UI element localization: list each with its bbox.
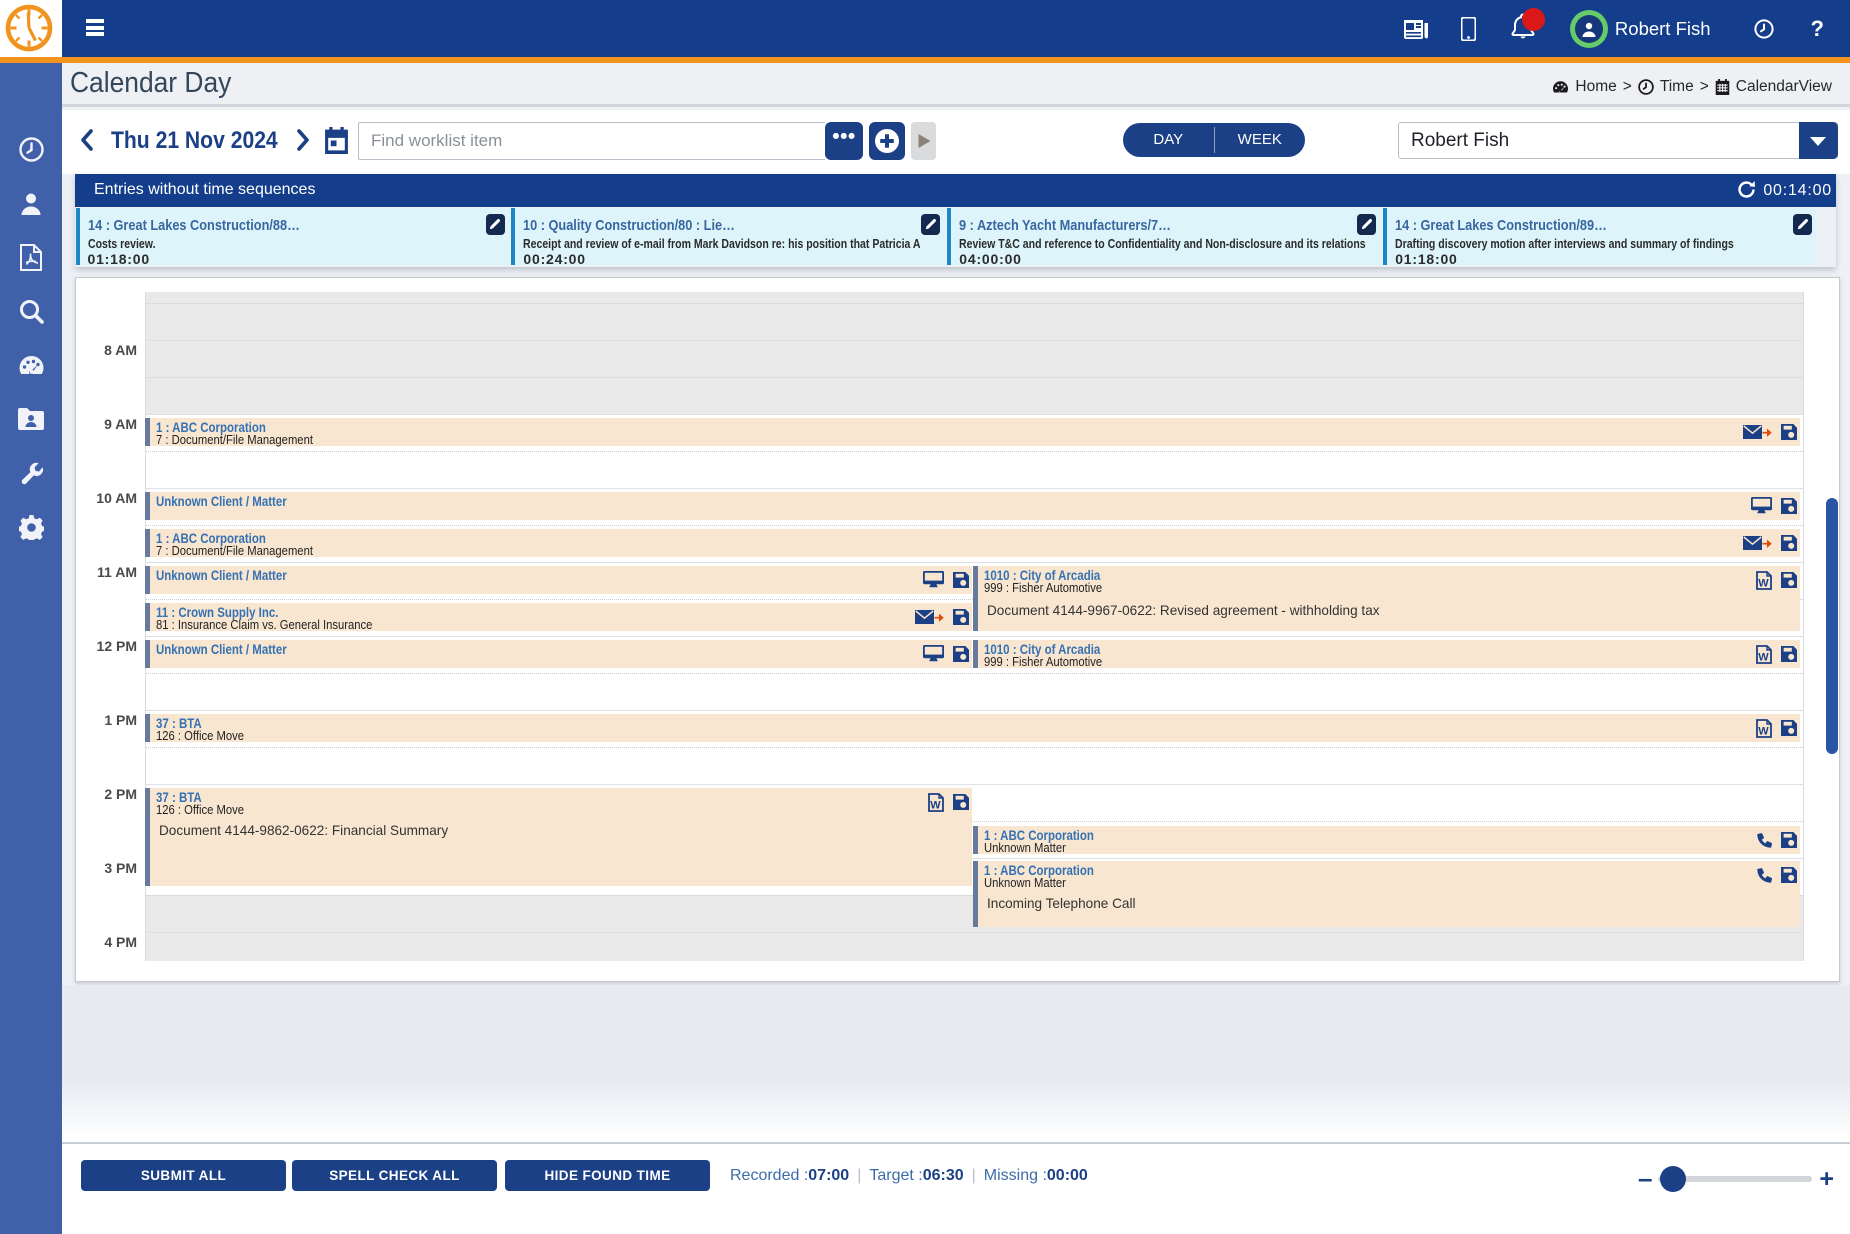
svg-text:W: W xyxy=(1758,577,1769,589)
svg-text:W: W xyxy=(930,799,941,811)
svg-text:W: W xyxy=(1758,651,1769,663)
svg-text:W: W xyxy=(1758,725,1769,737)
